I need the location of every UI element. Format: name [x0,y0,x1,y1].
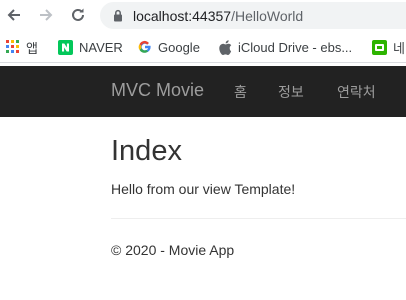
url-host: localhost:44357 [133,8,232,24]
apple-icon [219,39,232,55]
apps-grid-icon [6,40,20,54]
bookmarks-bar: 앱 NAVER Google iCloud Drive - ebs... 네 [0,31,406,63]
bookmark-icloud[interactable]: iCloud Drive - ebs... [219,38,352,56]
back-arrow-icon [7,9,20,21]
bookmark-label: Google [158,39,200,55]
page-title: Index [111,135,182,167]
bookmark-label: NAVER [79,39,123,55]
back-button[interactable] [3,3,25,27]
lock-icon [114,9,122,22]
forward-button[interactable] [35,3,57,27]
url-text: localhost:44357/HelloWorld [133,8,303,24]
naver-icon [58,39,73,55]
navbar-brand[interactable]: MVC Movie [111,80,204,101]
bookmark-google[interactable]: Google [138,38,200,56]
divider [111,218,406,219]
url-path: /HelloWorld [231,8,304,24]
bookmark-label: iCloud Drive - ebs... [238,39,353,55]
page-message: Hello from our view Template! [111,181,296,197]
nav-link-home[interactable]: 홈 [234,82,247,102]
site-navbar: MVC Movie 홈 정보 연락처 [0,66,406,117]
bookmark-naver-2[interactable]: 네 [372,38,405,56]
browser-toolbar: localhost:44357/HelloWorld [0,0,406,31]
nav-link-contact[interactable]: 연락처 [337,82,376,102]
google-icon [138,40,152,54]
nav-link-about[interactable]: 정보 [278,82,304,102]
naver-green-icon [372,39,387,55]
address-bar[interactable]: localhost:44357/HelloWorld [100,2,406,29]
bookmark-label: 앱 [26,40,38,56]
reload-button[interactable] [67,3,89,27]
forward-arrow-icon [40,9,53,21]
reload-icon [72,8,84,21]
bookmark-apps[interactable]: 앱 [6,38,38,56]
footer-text: © 2020 - Movie App [111,242,235,258]
bookmark-label: 네 [393,40,405,56]
bookmark-naver[interactable]: NAVER [58,38,123,56]
